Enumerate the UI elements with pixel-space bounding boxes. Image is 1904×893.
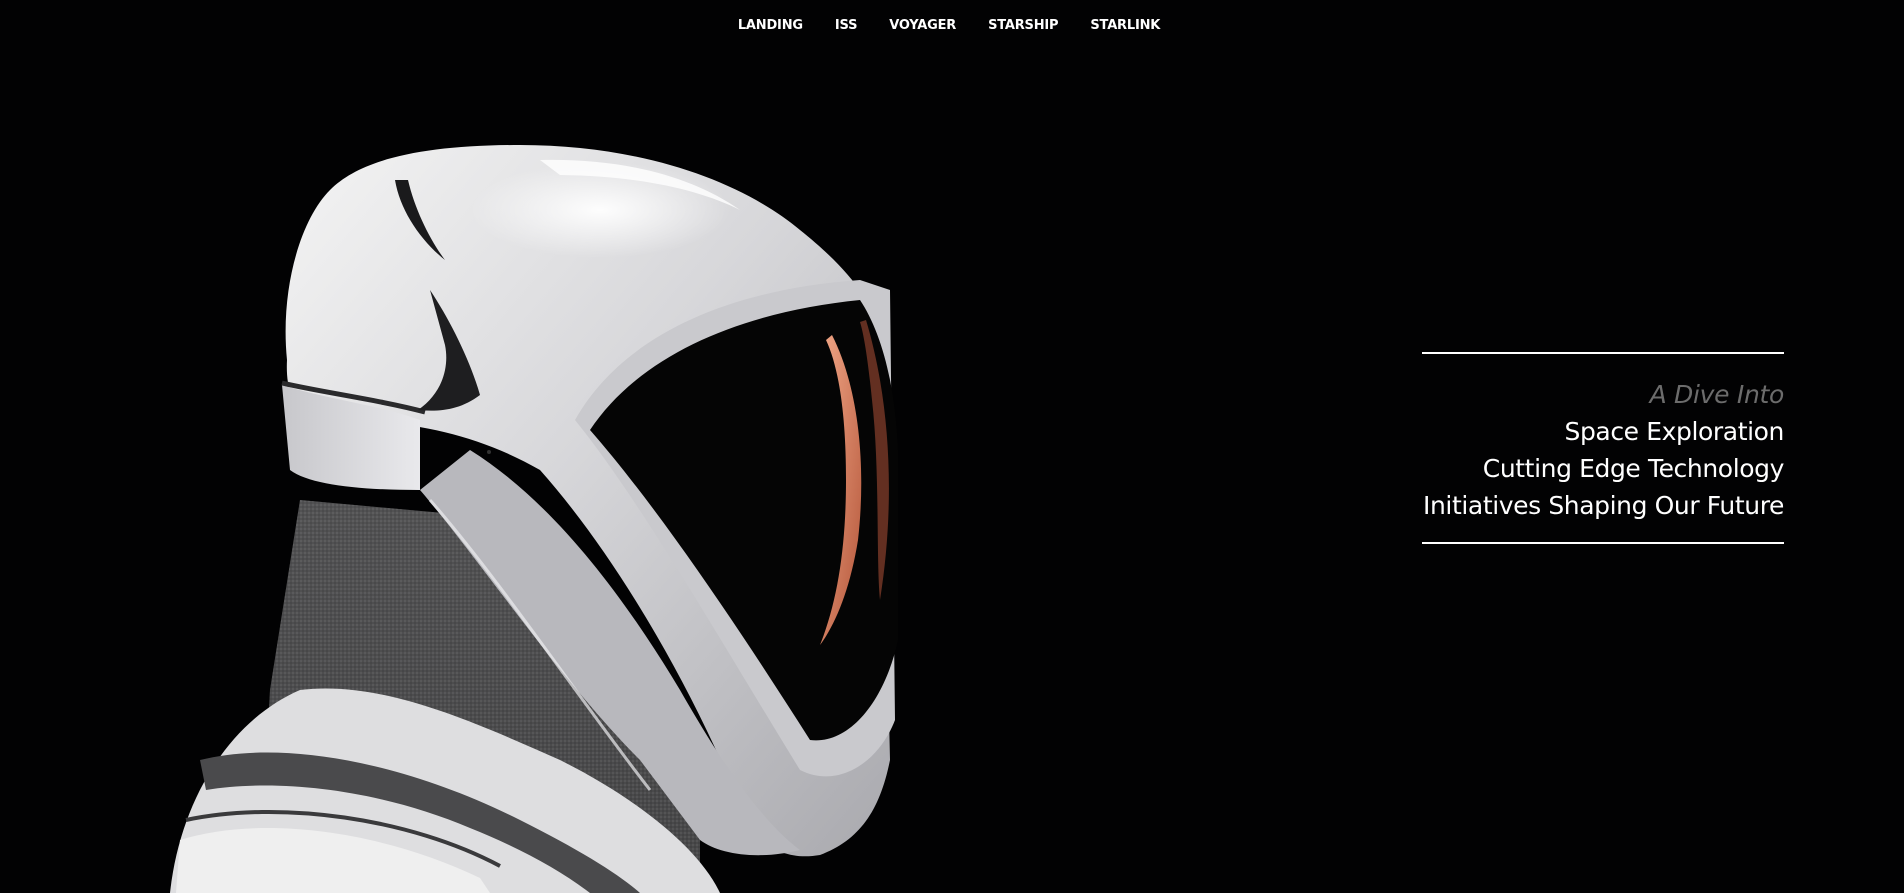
nav-link-starship[interactable]: STARSHIP bbox=[988, 18, 1059, 33]
landing-page: LANDING ISS VOYAGER STARSHIP STARLINK A … bbox=[0, 0, 1904, 893]
tagline-top-divider bbox=[1422, 352, 1784, 354]
tagline-line-cutting-edge-technology: Cutting Edge Technology bbox=[1482, 454, 1785, 483]
tagline-line-initiatives: Initiatives Shaping Our Future bbox=[1423, 491, 1784, 520]
tagline-intro: A Dive Into bbox=[1649, 380, 1785, 409]
hero-tagline: A Dive Into Space Exploration Cutting Ed… bbox=[1422, 352, 1784, 544]
nav-link-voyager[interactable]: VOYAGER bbox=[889, 18, 956, 33]
top-nav: LANDING ISS VOYAGER STARSHIP STARLINK bbox=[0, 0, 1904, 50]
nav-link-landing[interactable]: LANDING bbox=[738, 18, 803, 33]
nav-link-iss[interactable]: ISS bbox=[835, 18, 858, 33]
nav-link-starlink[interactable]: STARLINK bbox=[1090, 18, 1160, 33]
tagline-bottom-divider bbox=[1422, 542, 1784, 544]
tagline-line-space-exploration: Space Exploration bbox=[1564, 417, 1784, 446]
